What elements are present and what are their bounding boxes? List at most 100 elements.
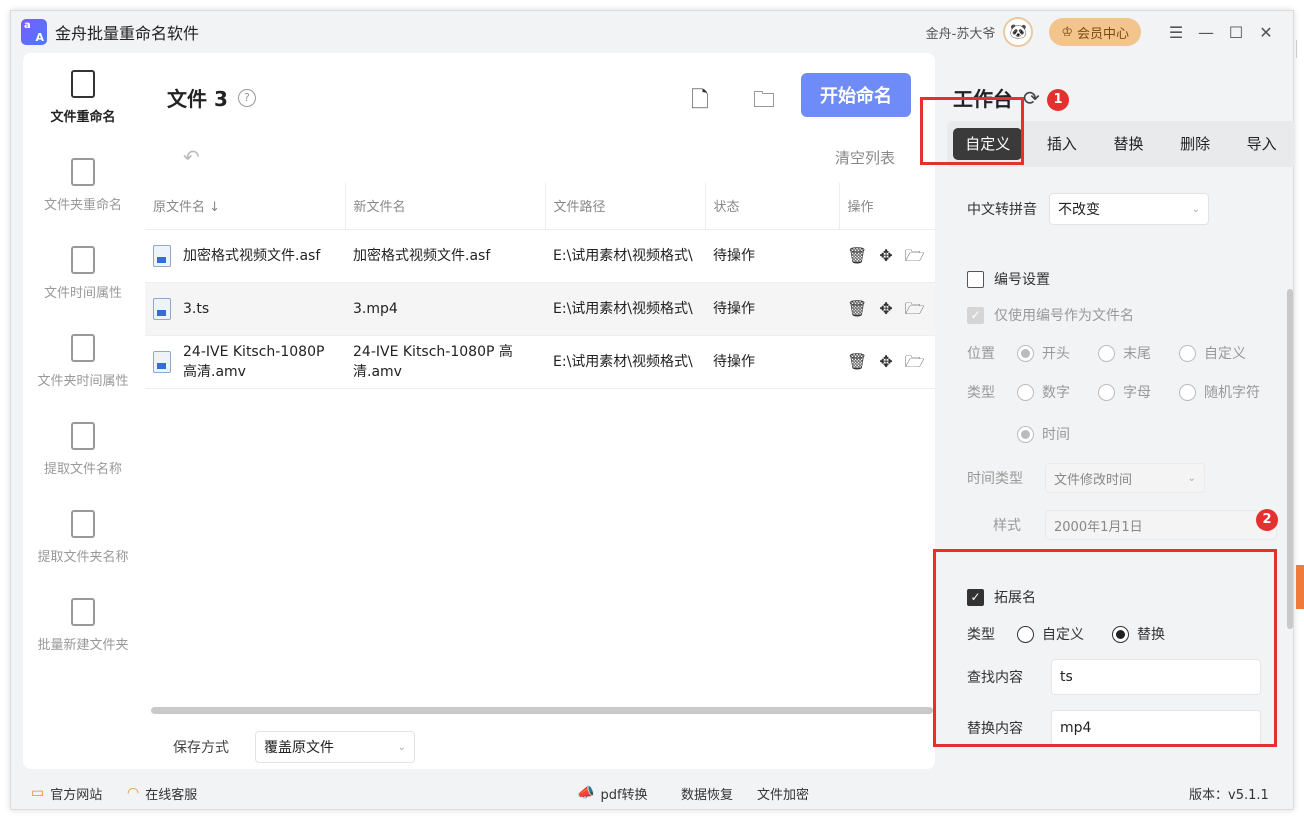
crown-icon: ♔ [1061, 24, 1073, 40]
background-window-edge [1296, 40, 1304, 58]
radio-icon [1179, 383, 1196, 401]
file-encrypt-link[interactable]: 文件加密 [757, 784, 809, 803]
sidebar-item-file-time[interactable]: 文件时间属性 [23, 229, 143, 317]
avatar[interactable]: 🐼 [1003, 17, 1034, 47]
user-name[interactable]: 金舟-苏大爷 [926, 23, 996, 42]
time-type-select[interactable]: 文件修改时间 ⌄ [1045, 463, 1205, 493]
sidebar-item-extract-filenames[interactable]: 提取文件名称 [23, 405, 143, 493]
table-row[interactable]: 3.ts 3.mp4 E:\试用素材\视频格式\ 待操作 🗑 ✥ 🗁 [145, 282, 935, 336]
video-file-icon [153, 350, 171, 373]
move-icon[interactable]: ✥ [879, 352, 892, 372]
move-icon[interactable]: ✥ [879, 246, 892, 266]
delete-icon[interactable]: 🗑 [847, 352, 867, 372]
delete-icon[interactable]: 🗑 [847, 299, 867, 319]
numbering-label: 编号设置 [994, 272, 1050, 288]
pdf-convert-link[interactable]: 📣 pdf转换 [577, 784, 648, 803]
page-title: 文件 3 [167, 87, 228, 111]
menu-icon[interactable]: ☰ [1161, 23, 1191, 42]
sidebar-item-file-rename[interactable]: 文件重命名 [23, 53, 143, 141]
time-type-value: 文件修改时间 [1054, 472, 1133, 488]
sidebar-item-folder-time[interactable]: 文件夹时间属性 [23, 317, 143, 405]
start-rename-button[interactable]: 开始命名 [801, 73, 911, 117]
maximize-icon[interactable]: ☐ [1221, 23, 1251, 42]
vip-center-button[interactable]: ♔ 会员中心 [1049, 18, 1141, 46]
time-type-label: 时间类型 [967, 471, 1023, 487]
sidebar-item-label: 文件重命名 [50, 109, 116, 125]
megaphone-icon: 📣 [577, 785, 595, 801]
table-row[interactable]: 加密格式视频文件.asf 加密格式视频文件.asf E:\试用素材\视频格式\ … [145, 229, 935, 283]
folder-open-icon[interactable]: 🗁 [905, 299, 925, 319]
tab-delete[interactable]: 删除 [1168, 128, 1222, 160]
data-recovery-link[interactable]: 数据恢复 [681, 784, 733, 803]
app-window: a A 金舟批量重命名软件 金舟-苏大爷 🐼 ♔ 会员中心 ☰ — ☐ ✕ 文件… [10, 10, 1295, 810]
col-original-name[interactable]: 原文件名 ↓ [145, 183, 346, 230]
folder-edit-icon [71, 157, 95, 186]
pinyin-select[interactable]: 不改变 ⌄ [1049, 193, 1209, 225]
folder-export-icon [71, 509, 95, 538]
new-name: 加密格式视频文件.asf [345, 229, 545, 283]
folder-open-icon[interactable]: 🗁 [905, 352, 925, 372]
radio-position-start[interactable]: 开头 [1017, 343, 1070, 363]
close-icon[interactable]: ✕ [1251, 23, 1281, 42]
main-panel: 文件 3 ? 🗋 🗀 开始命名 ↶ 清空列表 原文件名 ↓ 新文件名 文件路径 … [143, 53, 935, 769]
position-label: 位置 [967, 346, 995, 362]
envelope-folder-icon [71, 597, 95, 626]
pinyin-value: 不改变 [1058, 202, 1100, 218]
headset-icon: ◠ [127, 785, 140, 801]
file-path: E:\试用素材\视频格式\ [545, 335, 705, 389]
radio-position-custom[interactable]: 自定义 [1179, 343, 1246, 363]
clear-list-button[interactable]: 清空列表 [835, 147, 895, 168]
table-row[interactable]: 24-IVE Kitsch-1080P 高清.amv 24-IVE Kitsch… [145, 335, 935, 389]
undo-icon[interactable]: ↶ [183, 145, 200, 169]
style-label: 样式 [993, 518, 1021, 534]
status-text: 待操作 [705, 282, 839, 336]
horizontal-scrollbar[interactable] [151, 707, 933, 714]
radio-icon [1179, 344, 1196, 362]
folder-clock-icon [71, 333, 95, 362]
refresh-icon[interactable]: ⟳ [1023, 86, 1040, 110]
add-folder-icon[interactable]: 🗀 [753, 83, 777, 113]
move-icon[interactable]: ✥ [879, 299, 892, 319]
original-name: 加密格式视频文件.asf [183, 247, 321, 264]
radio-type-number[interactable]: 数字 [1017, 382, 1070, 402]
numbering-checkbox[interactable] [967, 270, 984, 288]
app-title: 金舟批量重命名软件 [55, 24, 200, 43]
chevron-down-icon: ⌄ [1187, 472, 1196, 484]
vertical-scrollbar[interactable] [1287, 289, 1293, 629]
col-actions: 操作 [839, 183, 935, 230]
radio-type-time[interactable]: 时间 [1017, 424, 1070, 444]
version-text: 版本：v5.1.1 [1189, 787, 1269, 803]
status-text: 待操作 [705, 335, 839, 389]
tab-replace[interactable]: 替换 [1101, 128, 1155, 160]
highlight-box-extension [933, 549, 1277, 747]
radio-type-random[interactable]: 随机字符 [1179, 382, 1260, 402]
delete-icon[interactable]: 🗑 [847, 246, 867, 266]
sidebar-item-extract-foldernames[interactable]: 提取文件夹名称 [23, 493, 143, 581]
file-path: E:\试用素材\视频格式\ [545, 282, 705, 336]
radio-icon [1098, 383, 1115, 401]
sidebar-item-folder-rename[interactable]: 文件夹重命名 [23, 141, 143, 229]
website-link[interactable]: ▭ 官方网站 [31, 784, 102, 803]
original-name: 24-IVE Kitsch-1080P 高清.amv [183, 343, 325, 380]
style-select[interactable]: 2000年1月1日 ⌄ [1045, 510, 1277, 540]
radio-icon [1017, 425, 1034, 443]
minimize-icon[interactable]: — [1191, 23, 1221, 42]
monitor-icon: ▭ [31, 785, 45, 801]
radio-position-end[interactable]: 末尾 [1098, 343, 1151, 363]
sidebar-item-batch-new-folder[interactable]: 批量新建文件夹 [23, 581, 143, 669]
sidebar-item-label: 文件时间属性 [43, 285, 122, 301]
save-mode-value: 覆盖原文件 [264, 740, 334, 756]
only-number-checkbox[interactable]: ✓ [967, 306, 984, 324]
radio-icon [1098, 344, 1115, 362]
add-file-icon[interactable]: 🗋 [691, 83, 715, 113]
radio-icon [1017, 344, 1034, 362]
help-icon[interactable]: ? [237, 88, 256, 107]
only-number-label: 仅使用编号作为文件名 [994, 308, 1134, 324]
folder-open-icon[interactable]: 🗁 [905, 246, 925, 266]
support-link[interactable]: ◠ 在线客服 [127, 784, 197, 803]
tab-import[interactable]: 导入 [1235, 128, 1289, 160]
save-mode-select[interactable]: 覆盖原文件 ⌄ [255, 731, 415, 763]
col-new-name: 新文件名 [345, 183, 546, 230]
radio-type-letter[interactable]: 字母 [1098, 382, 1151, 402]
tab-insert[interactable]: 插入 [1035, 128, 1089, 160]
